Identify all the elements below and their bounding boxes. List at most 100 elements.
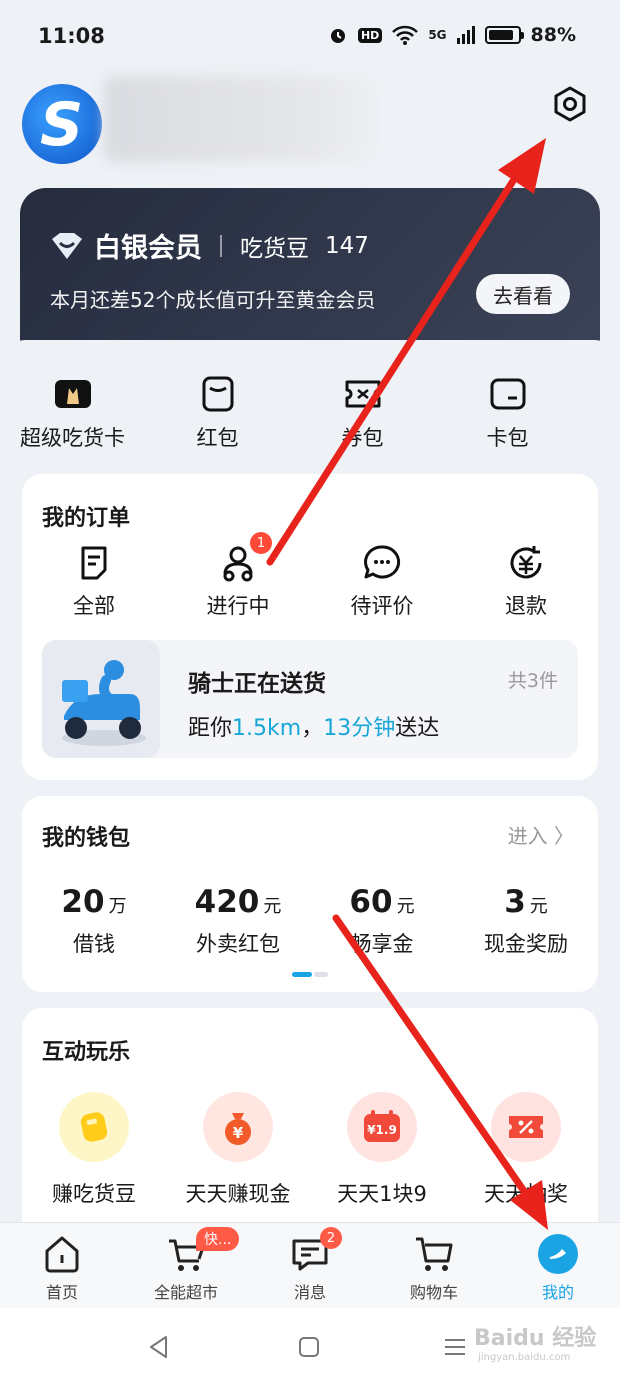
card-wallet-icon — [490, 378, 525, 410]
wallet-item-red-packet[interactable]: 420 元 外卖红包 — [166, 884, 310, 958]
status-icons: HD 5G 88% — [328, 24, 576, 46]
watermark-logo: Baidu 经验 — [474, 1326, 597, 1351]
chat-review-icon — [364, 545, 401, 579]
profile-icon — [538, 1234, 578, 1274]
order-all[interactable]: 全部 — [22, 544, 166, 620]
back-icon[interactable] — [146, 1334, 172, 1360]
fun-label: 天天抽奖 — [484, 1182, 568, 1206]
money-bag-icon: ¥ — [203, 1092, 273, 1162]
order-label: 待评价 — [350, 594, 414, 618]
order-refund[interactable]: 退款 — [454, 544, 598, 620]
order-badge: 1 — [250, 532, 272, 554]
quick-link-label: 券包 — [341, 426, 384, 450]
wallet-value: 60 — [349, 884, 393, 920]
home-square-icon[interactable] — [296, 1334, 322, 1360]
nav-profile[interactable]: 我的 — [496, 1223, 620, 1308]
order-label: 退款 — [505, 594, 547, 618]
signal-icon — [456, 26, 475, 44]
quick-link-card-wallet[interactable]: 卡包 — [435, 374, 580, 464]
menu-icon[interactable] — [442, 1334, 468, 1360]
lottery-ticket-icon — [491, 1092, 561, 1162]
wallet-label: 畅享金 — [350, 932, 414, 956]
order-label: 全部 — [73, 594, 115, 618]
wallet-value: 3 — [504, 884, 526, 920]
alarm-icon — [330, 29, 345, 43]
wallet-label: 外卖红包 — [196, 932, 280, 956]
home-icon — [45, 1236, 79, 1273]
nav-label: 全能超市 — [153, 1283, 218, 1302]
order-label: 进行中 — [206, 594, 270, 618]
wallet-item-loan[interactable]: 20 万 借钱 — [22, 884, 166, 958]
order-shortcuts: 全部 1 进行中 待评价 退款 — [22, 532, 598, 620]
eta-separator: ， — [301, 716, 324, 741]
settings-button[interactable] — [550, 84, 590, 124]
price-tag-icon: ¥1.9 — [347, 1092, 417, 1162]
beans-label: 吃货豆 — [240, 235, 309, 262]
network-label: 5G — [428, 28, 447, 42]
orders-title: 我的订单 — [42, 506, 131, 531]
fun-item-earn-beans[interactable]: 赚吃货豆 — [22, 1092, 166, 1208]
delivery-status[interactable]: 骑士正在送货 共3件 距你1.5km，13分钟送达 — [42, 640, 578, 758]
nav-cart[interactable]: 购物车 — [372, 1223, 496, 1308]
member-progress-text: 本月还差52个成长值可升至黄金会员 — [50, 288, 376, 312]
market-badge: 快... — [196, 1227, 240, 1251]
super-card-icon — [54, 380, 91, 408]
fun-item-1-9[interactable]: ¥1.9 天天1块9 — [310, 1092, 454, 1208]
messages-badge: 2 — [320, 1227, 342, 1249]
quick-link-label: 红包 — [196, 426, 239, 450]
wallet-page-indicator — [292, 972, 328, 977]
member-tier: 白银会员 — [94, 233, 202, 264]
order-to-review[interactable]: 待评价 — [310, 544, 454, 620]
quick-link-red-packet[interactable]: 红包 — [145, 374, 290, 464]
battery-icon — [484, 26, 524, 44]
quick-link-coupon[interactable]: 券包 — [290, 374, 435, 464]
view-member-button[interactable]: 去看看 — [476, 274, 570, 314]
blurred-username — [104, 76, 394, 162]
watermark-url: jingyan.baidu.com — [478, 1352, 571, 1363]
quick-link-label: 卡包 — [486, 426, 529, 450]
all-orders-icon — [81, 546, 107, 580]
hd-icon: HD — [357, 27, 383, 43]
bottom-nav: 首页 快... 全能超市 2 消息 购物车 我的 — [0, 1222, 620, 1308]
orders-card: 我的订单 全部 1 进行中 待评价 退款 骑士正在送货 共3件 距你1.5km，… — [22, 474, 598, 780]
fun-label: 天天1块9 — [337, 1182, 427, 1206]
battery-percent: 88% — [530, 24, 576, 46]
wallet-enter-link[interactable]: 进入 〉 — [508, 820, 574, 849]
fun-label: 天天赚现金 — [185, 1182, 291, 1206]
wallet-items: 20 万 借钱 420 元 外卖红包 60 元 畅享金 3元 现金奖励 — [22, 884, 598, 958]
rider-illustration — [42, 640, 160, 758]
wallet-item-cash-reward[interactable]: 3元 现金奖励 — [454, 884, 598, 958]
member-card[interactable]: 白银会员 吃货豆 147 本月还差52个成长值可升至黄金会员 去看看 — [20, 188, 600, 360]
fun-items: 赚吃货豆 ¥ 天天赚现金 ¥1.9 天天1块9 天天抽奖 — [22, 1092, 598, 1208]
avatar-letter: S — [40, 90, 84, 160]
wallet-item-credit[interactable]: 60 元 畅享金 — [310, 884, 454, 958]
nav-label: 我的 — [541, 1283, 574, 1302]
quick-link-super-card[interactable]: 超级吃货卡 — [0, 374, 145, 464]
fun-item-earn-cash[interactable]: ¥ 天天赚现金 — [166, 1092, 310, 1208]
cart-icon — [416, 1237, 453, 1271]
nav-home[interactable]: 首页 — [0, 1223, 124, 1308]
refund-icon — [510, 546, 542, 579]
status-time: 11:08 — [38, 24, 105, 48]
delivery-title: 骑士正在送货 — [188, 671, 326, 697]
nav-messages[interactable]: 2 消息 — [248, 1223, 372, 1308]
beans-value: 147 — [325, 232, 369, 259]
member-shield-icon — [52, 232, 82, 259]
wallet-unit: 万 — [108, 896, 127, 917]
coupon-icon — [345, 380, 380, 408]
red-packet-icon — [202, 376, 233, 412]
nav-market[interactable]: 快... 全能超市 — [124, 1223, 248, 1308]
nav-label: 消息 — [293, 1283, 326, 1302]
order-in-progress[interactable]: 1 进行中 — [166, 532, 310, 620]
svg-text:¥: ¥ — [233, 1124, 244, 1142]
quick-links: 超级吃货卡 红包 券包 卡包 — [0, 374, 620, 464]
wallet-value: 420 — [194, 884, 260, 920]
status-bar: 11:08 HD 5G 88% — [0, 0, 620, 74]
wallet-unit: 元 — [396, 896, 415, 917]
eta-time: 13分钟 — [323, 716, 396, 741]
fun-title: 互动玩乐 — [42, 1040, 131, 1065]
avatar[interactable]: S — [22, 84, 102, 164]
member-title: 白银会员 吃货豆 147 — [50, 226, 369, 265]
quick-link-label: 超级吃货卡 — [20, 426, 125, 450]
fun-item-lottery[interactable]: 天天抽奖 — [454, 1092, 598, 1208]
